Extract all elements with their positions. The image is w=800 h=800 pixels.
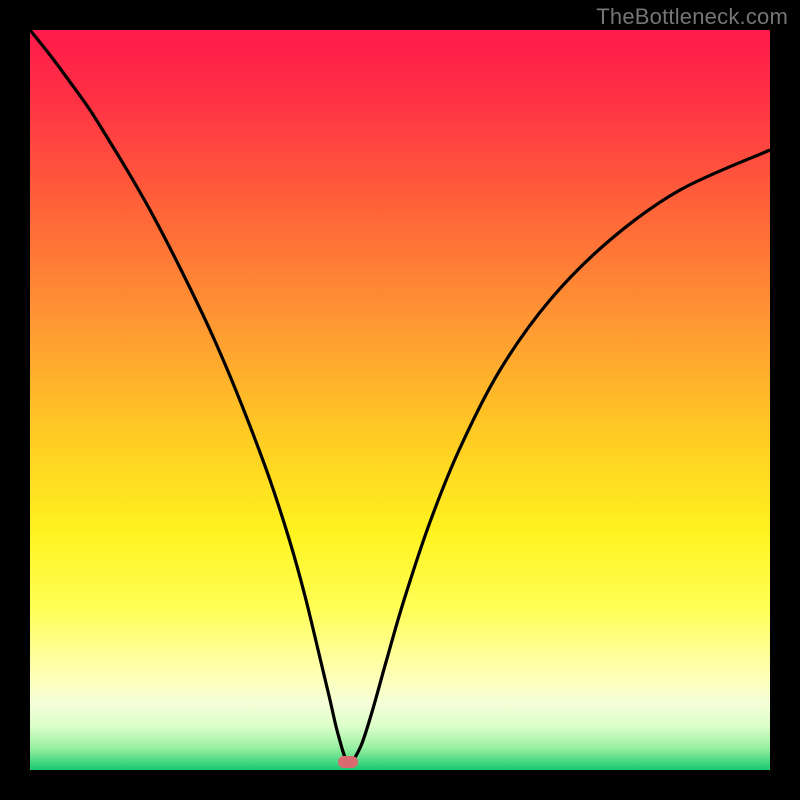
plot-area xyxy=(30,30,770,770)
optimum-marker xyxy=(338,756,358,768)
curve-svg xyxy=(30,30,770,770)
watermark-text: TheBottleneck.com xyxy=(596,4,788,30)
bottleneck-curve xyxy=(30,30,770,762)
